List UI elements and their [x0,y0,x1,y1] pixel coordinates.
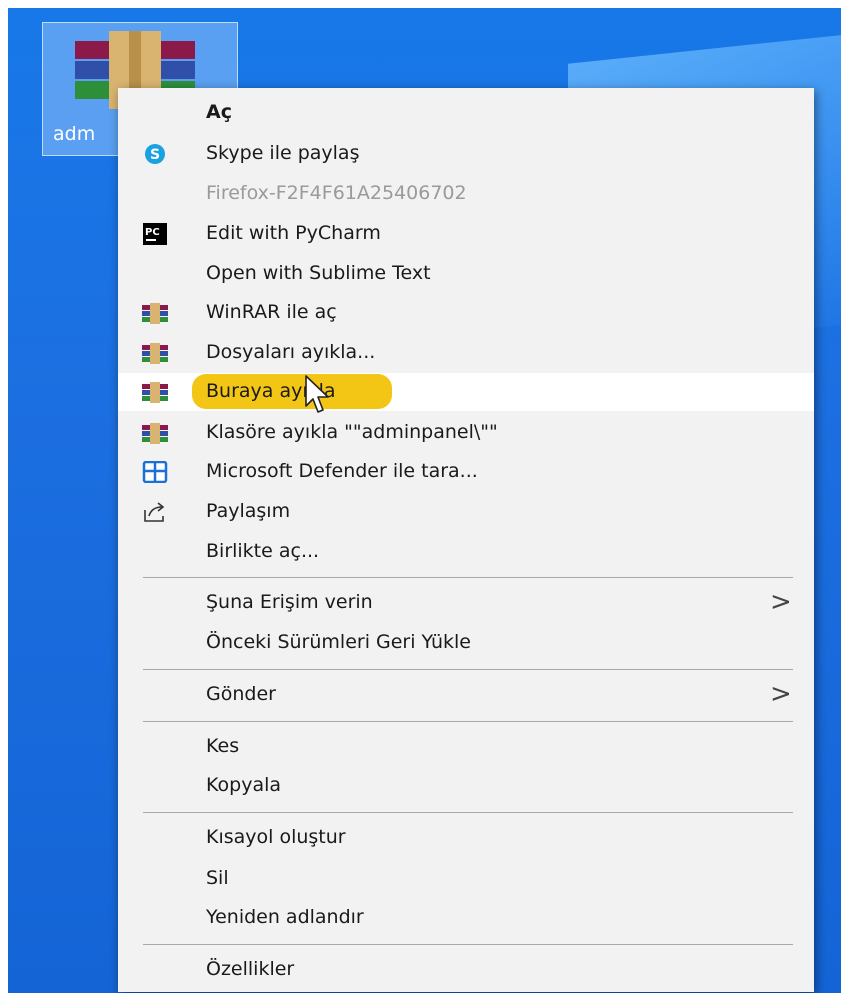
menu-item-share[interactable]: Paylaşım [118,493,814,531]
defender-icon [142,461,168,483]
menu-item-copy[interactable]: Kopyala [118,767,814,805]
menu-item-label: Firefox-F2F4F61A25406702 [206,182,467,204]
svg-text:S: S [150,147,160,163]
menu-item-winrar-open[interactable]: WinRAR ile aç [118,294,814,332]
menu-item-label: Aç [206,101,232,123]
menu-item-edit-pycharm[interactable]: PC Edit with PyCharm [118,215,814,253]
menu-item-label: Open with Sublime Text [206,262,431,284]
menu-item-label: Kısayol oluştur [206,826,346,848]
menu-item-label: Kopyala [206,774,282,796]
menu-item-cut[interactable]: Kes [118,728,814,766]
menu-item-label: Sil [206,867,229,889]
chevron-right-icon: > [770,679,792,709]
mouse-cursor-icon [305,375,329,413]
menu-item-create-shortcut[interactable]: Kısayol oluştur [118,819,814,857]
context-menu: Aç S Skype ile paylaş Firefox-F2F4F61A25… [118,88,814,992]
winrar-icon [142,423,168,444]
menu-item-label: Birlikte aç... [206,540,320,562]
menu-item-label: Skype ile paylaş [206,142,360,164]
menu-separator [143,944,793,945]
winrar-icon [142,303,168,324]
menu-item-label: Klasöre ayıkla ""adminpanel\"" [206,421,498,443]
menu-item-label: Önceki Sürümleri Geri Yükle [206,631,471,653]
menu-separator [143,669,793,670]
skype-icon: S [145,144,165,164]
menu-item-properties[interactable]: Özellikler [118,951,814,989]
chevron-right-icon: > [770,587,792,617]
menu-item-restore-versions[interactable]: Önceki Sürümleri Geri Yükle [118,624,814,662]
menu-item-label: Kes [206,735,240,757]
menu-item-open[interactable]: Aç [118,94,814,132]
menu-item-open-with[interactable]: Birlikte aç... [118,533,814,571]
menu-item-label: Dosyaları ayıkla... [206,341,376,363]
menu-item-rename[interactable]: Yeniden adlandır [118,899,814,937]
winrar-icon [142,343,168,364]
menu-item-label: Paylaşım [206,500,291,522]
svg-text:PC: PC [145,227,160,238]
menu-item-label: Edit with PyCharm [206,222,381,244]
menu-item-label: WinRAR ile aç [206,301,337,323]
menu-item-extract-files[interactable]: Dosyaları ayıkla... [118,334,814,372]
desktop-background: adm Aç S Skype ile paylaş Firefox-F2F4F6… [8,8,841,993]
menu-item-label: Microsoft Defender ile tara... [206,460,478,482]
menu-item-firefox: Firefox-F2F4F61A25406702 [118,175,814,213]
menu-separator [143,721,793,722]
menu-item-label: Özellikler [206,958,295,980]
menu-item-open-sublime[interactable]: Open with Sublime Text [118,255,814,293]
menu-item-label: Yeniden adlandır [206,906,364,928]
menu-item-extract-to-folder[interactable]: Klasöre ayıkla ""adminpanel\"" [118,414,814,452]
menu-item-extract-here[interactable]: Buraya ayıkla [118,373,814,411]
menu-item-give-access[interactable]: Şuna Erişim verin > [118,584,814,622]
menu-item-label: Şuna Erişim verin [206,591,373,613]
menu-item-delete[interactable]: Sil [118,860,814,898]
menu-item-label: Gönder [206,683,276,705]
menu-separator [143,577,793,578]
winrar-icon [142,382,168,403]
menu-separator [143,812,793,813]
share-icon [144,502,165,522]
menu-item-send-to[interactable]: Gönder > [118,676,814,714]
desktop-file-label: adm [53,123,96,145]
menu-item-skype-share[interactable]: S Skype ile paylaş [118,135,814,173]
pycharm-icon: PC [143,223,167,245]
menu-item-defender-scan[interactable]: Microsoft Defender ile tara... [118,453,814,491]
